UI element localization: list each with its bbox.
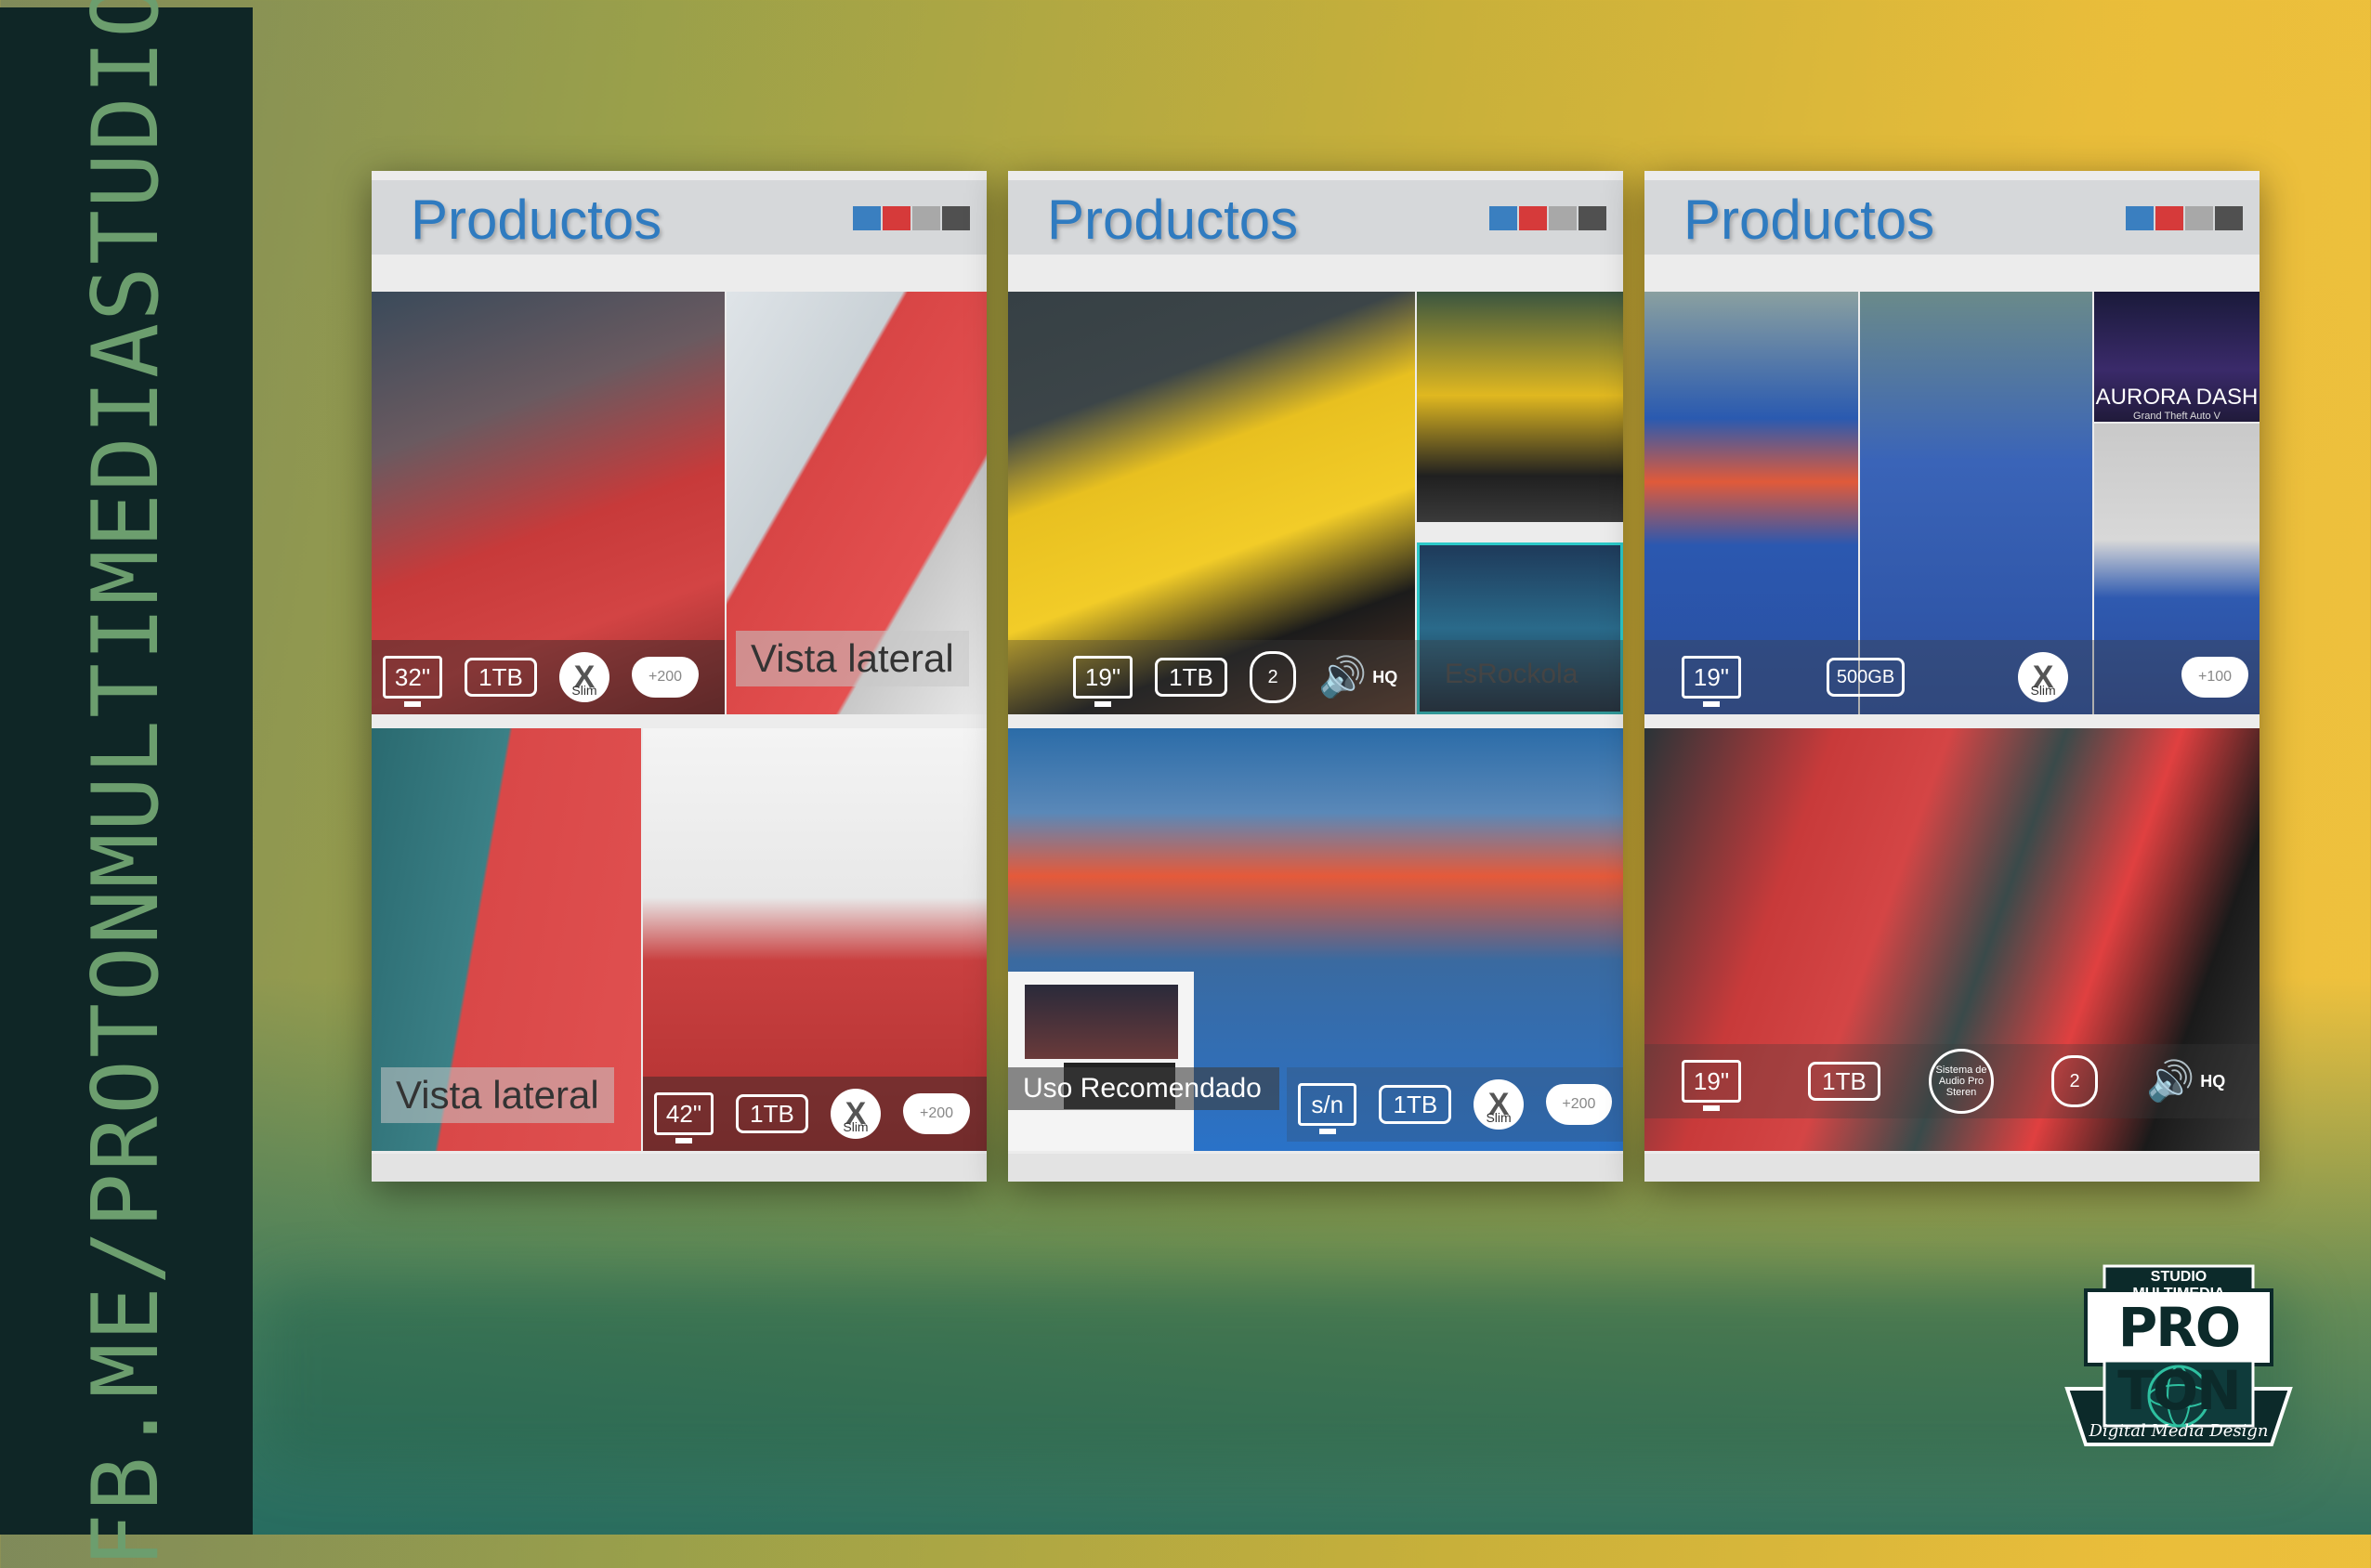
product-photo-jukebox-detail[interactable] xyxy=(1417,292,1623,522)
product-photo-side[interactable]: Vista lateral xyxy=(727,292,987,714)
microphone-icon: 2 xyxy=(2051,1055,2098,1107)
color-bar xyxy=(851,206,970,230)
hard-drive-icon: 1TB xyxy=(1808,1062,1880,1101)
facebook-url[interactable]: FB.ME/PROTONMULTIMEDIASTUDIO xyxy=(73,0,179,1568)
gamepad-icon: +200 xyxy=(632,657,699,698)
recommended-use-label: Uso Recomendado xyxy=(1008,1067,1279,1110)
product-panel-3: Productos AURORA DASH Grand Theft Auto V… xyxy=(1644,171,2260,1182)
xbox-icon: X Slim xyxy=(1474,1079,1524,1130)
hq-audio-label: HQ xyxy=(1372,667,1398,686)
audio-system-icon: Sistema de Audio Pro Steren xyxy=(1929,1049,1994,1114)
aurora-dash-screen[interactable]: AURORA DASH Grand Theft Auto V xyxy=(2094,292,2260,422)
panel-title: Productos xyxy=(1047,189,1299,251)
product-photo-console-cabinet[interactable]: Uso Recomendado s/n 1TB X Slim +200 xyxy=(1008,728,1623,1151)
hard-drive-icon: 1TB xyxy=(465,658,537,697)
hard-drive-icon: 500GB xyxy=(1826,658,1906,697)
product-photo-jukebox-red[interactable]: 19" 1TB Sistema de Audio Pro Steren 2 🔊 … xyxy=(1644,728,2260,1151)
product-photo-arcade-2[interactable]: 42" 1TB X Slim +200 xyxy=(643,728,987,1151)
background-blur xyxy=(260,1282,2297,1468)
product-panel-2: Productos 19" 1TB 2 🔊 HQ EsRockola Uso R… xyxy=(1008,171,1623,1182)
proton-logo: STUDIO MULTIMEDIA PRO TON Digital Media … xyxy=(2049,1249,2309,1472)
logo-bottom-text: Digital Media Design xyxy=(2089,1421,2269,1441)
color-bar xyxy=(2124,206,2243,230)
aurora-dash-title: AURORA DASH xyxy=(2095,385,2259,410)
logo-main-text: PRO TON xyxy=(2117,1296,2241,1422)
hard-drive-icon: 1TB xyxy=(736,1094,808,1133)
color-bar xyxy=(1487,206,1606,230)
xbox-icon: X Slim xyxy=(2018,652,2069,702)
recommended-use-photo[interactable] xyxy=(1008,972,1194,1151)
hard-drive-icon: 1TB xyxy=(1155,658,1227,697)
panel-title: Productos xyxy=(411,189,662,251)
monitor-icon: 32" xyxy=(383,656,442,707)
spec-icons: 19" 1TB Sistema de Audio Pro Steren 2 🔊 … xyxy=(1644,1044,2260,1118)
monitor-icon: s/n xyxy=(1298,1083,1357,1134)
product-photo-arcade[interactable]: 32" 1TB X Slim +200 xyxy=(372,292,725,714)
monitor-icon: 19" xyxy=(1073,656,1133,707)
sidebar: FB.ME/PROTONMULTIMEDIASTUDIO xyxy=(0,0,253,1568)
gamepad-icon: +200 xyxy=(1545,1084,1612,1125)
spec-icons: 42" 1TB X Slim +200 xyxy=(643,1077,987,1151)
side-view-label: Vista lateral xyxy=(381,1067,614,1123)
spec-icons: 19" 1TB 2 🔊 HQ EsRockola xyxy=(1008,640,1623,714)
xbox-icon: X Slim xyxy=(831,1089,881,1139)
monitor-icon: 42" xyxy=(654,1092,714,1143)
gamepad-icon: +100 xyxy=(2181,657,2248,698)
speaker-icon: 🔊 xyxy=(1318,654,1368,699)
panel-header: Productos xyxy=(372,171,987,264)
speaker-icon: 🔊 xyxy=(2146,1058,2195,1103)
spec-icons: 32" 1TB X Slim +200 xyxy=(372,640,725,714)
monitor-icon: 19" xyxy=(1682,656,1741,707)
aurora-dash-subtitle: Grand Theft Auto V xyxy=(2133,411,2220,422)
xbox-icon: X Slim xyxy=(559,652,609,702)
microphone-icon: 2 xyxy=(1250,651,1296,703)
panel-header: Productos xyxy=(1644,171,2260,264)
product-photo-side-2[interactable]: Vista lateral xyxy=(372,728,641,1151)
panel-title: Productos xyxy=(1683,189,1935,251)
hq-audio-label: HQ xyxy=(2200,1071,2226,1091)
side-view-label: Vista lateral xyxy=(736,631,969,686)
rockola-label: EsRockola xyxy=(1445,659,1578,689)
panel-header: Productos xyxy=(1008,171,1623,264)
hard-drive-icon: 1TB xyxy=(1379,1085,1452,1124)
gamepad-icon: +200 xyxy=(903,1093,970,1134)
spec-icons: 19" 500GB X Slim +100 xyxy=(1644,640,2260,714)
monitor-icon: 19" xyxy=(1682,1060,1741,1111)
spec-icons: s/n 1TB X Slim +200 xyxy=(1287,1067,1623,1142)
product-panel-1: Productos 32" 1TB X Slim +200 Vista later… xyxy=(372,171,987,1182)
